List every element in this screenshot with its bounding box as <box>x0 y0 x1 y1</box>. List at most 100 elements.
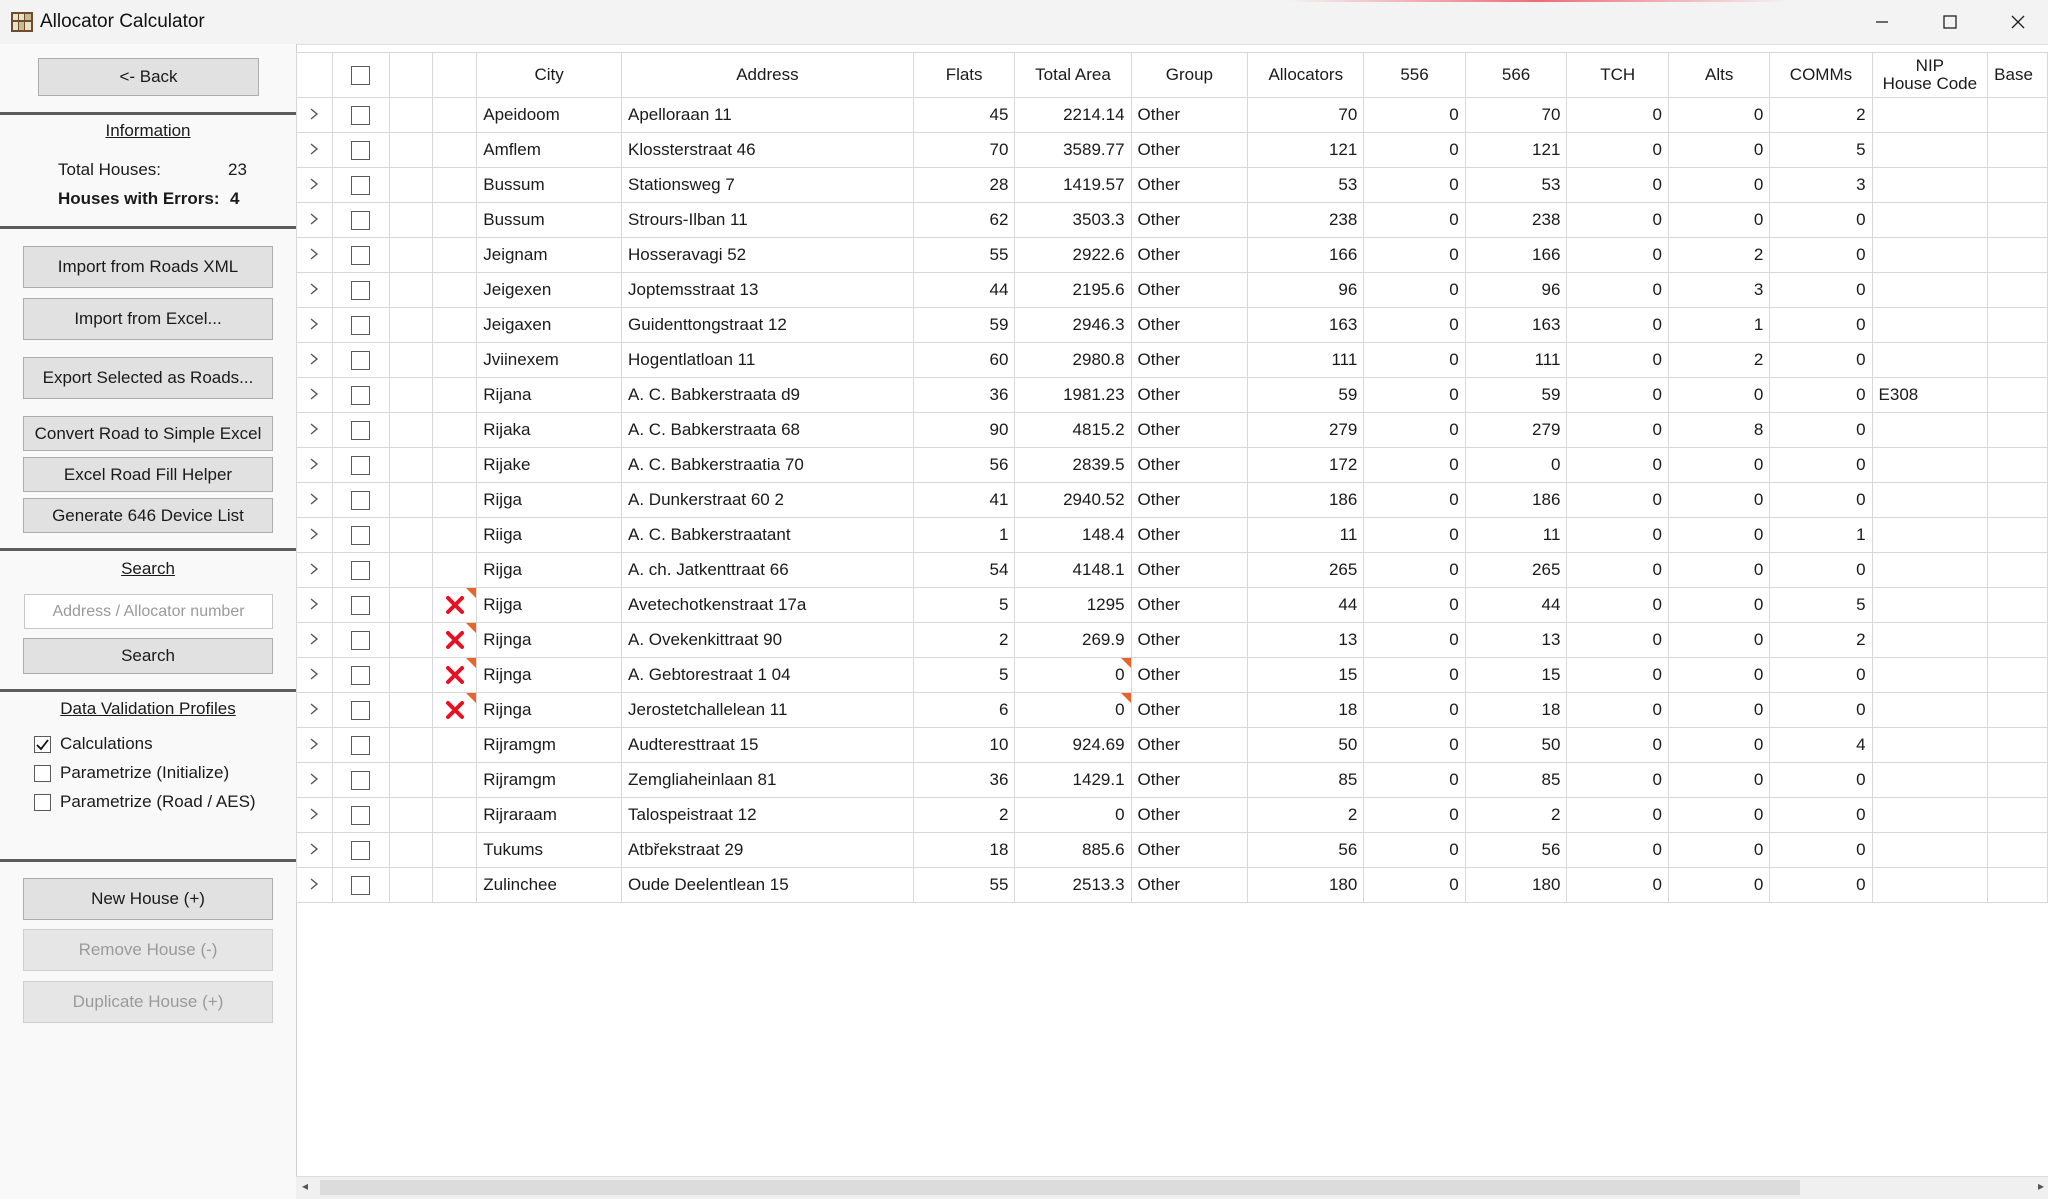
select-cell[interactable] <box>331 517 391 553</box>
cell-566[interactable]: 265 <box>1464 552 1568 588</box>
new-house-button[interactable]: New House (+) <box>23 878 273 920</box>
cell-city[interactable]: Rijga <box>476 552 623 588</box>
cell-nip-house-code[interactable] <box>1871 237 1989 273</box>
cell-comms[interactable]: 0 <box>1769 657 1873 693</box>
cell-group[interactable]: Other <box>1130 342 1249 378</box>
select-cell[interactable] <box>331 237 391 273</box>
cell-alts[interactable]: 0 <box>1667 622 1771 658</box>
row-checkbox[interactable] <box>351 561 371 580</box>
cell-556[interactable]: 0 <box>1363 202 1466 238</box>
cell-comms[interactable]: 1 <box>1769 517 1873 553</box>
select-cell[interactable] <box>331 622 391 658</box>
cell-nip-house-code[interactable] <box>1871 97 1989 133</box>
expand-cell[interactable] <box>296 622 333 658</box>
header-group[interactable]: Group <box>1130 52 1249 98</box>
generate-646-button[interactable]: Generate 646 Device List <box>23 498 273 533</box>
cell-city[interactable]: Apeidoom <box>476 97 623 133</box>
cell-total-area[interactable]: 924.69 <box>1014 727 1132 763</box>
table-row[interactable]: Amflem Klossterstraat 46 70 3589.77 Other 121… <box>296 132 2048 168</box>
cell-allocators[interactable]: 2 <box>1247 797 1365 833</box>
cell-comms[interactable]: 4 <box>1769 727 1873 763</box>
cell-tch[interactable]: 0 <box>1566 867 1669 903</box>
cell-tch[interactable]: 0 <box>1566 797 1669 833</box>
cell-556[interactable]: 0 <box>1363 622 1466 658</box>
cell-base[interactable] <box>1987 272 2048 308</box>
expand-cell[interactable] <box>296 482 333 518</box>
select-cell[interactable] <box>331 552 391 588</box>
select-cell[interactable] <box>331 692 391 728</box>
cell-556[interactable]: 0 <box>1363 727 1466 763</box>
row-checkbox[interactable] <box>351 491 371 510</box>
cell-allocators[interactable]: 56 <box>1247 832 1365 868</box>
row-checkbox[interactable] <box>351 876 371 895</box>
cell-base[interactable] <box>1987 762 2048 798</box>
cell-comms[interactable]: 0 <box>1769 202 1873 238</box>
header-select-all[interactable] <box>331 52 391 98</box>
cell-566[interactable]: 50 <box>1464 727 1568 763</box>
cell-total-area[interactable]: 2922.6 <box>1014 237 1132 273</box>
cell-566[interactable]: 180 <box>1464 867 1568 903</box>
cell-address[interactable]: A. C. Babkerstraatia 70 <box>621 447 914 483</box>
cell-alts[interactable]: 0 <box>1667 657 1771 693</box>
cell-base[interactable] <box>1987 447 2048 483</box>
cell-tch[interactable]: 0 <box>1566 482 1669 518</box>
cell-nip-house-code[interactable] <box>1871 622 1989 658</box>
cell-allocators[interactable]: 180 <box>1247 867 1365 903</box>
cell-tch[interactable]: 0 <box>1566 202 1669 238</box>
cell-comms[interactable]: 0 <box>1769 307 1873 343</box>
cell-tch[interactable]: 0 <box>1566 132 1669 168</box>
import-excel-button[interactable]: Import from Excel... <box>23 298 273 340</box>
header-city[interactable]: City <box>476 52 623 98</box>
close-button[interactable] <box>1984 0 2048 44</box>
cell-alts[interactable]: 8 <box>1667 412 1771 448</box>
cell-566[interactable]: 70 <box>1464 97 1568 133</box>
cell-allocators[interactable]: 265 <box>1247 552 1365 588</box>
cell-allocators[interactable]: 166 <box>1247 237 1365 273</box>
cell-nip-house-code[interactable] <box>1871 167 1989 203</box>
cell-base[interactable] <box>1987 797 2048 833</box>
cell-alts[interactable]: 0 <box>1667 727 1771 763</box>
header-nip-house-code[interactable]: NIP House Code <box>1871 52 1989 98</box>
select-cell[interactable] <box>331 587 391 623</box>
cell-556[interactable]: 0 <box>1363 272 1466 308</box>
cell-flats[interactable]: 55 <box>912 867 1016 903</box>
cell-comms[interactable]: 0 <box>1769 692 1873 728</box>
cell-city[interactable]: Rijake <box>476 447 623 483</box>
chevron-right-icon[interactable] <box>309 493 319 505</box>
cell-nip-house-code[interactable] <box>1871 762 1989 798</box>
cell-566[interactable]: 96 <box>1464 272 1568 308</box>
cell-tch[interactable]: 0 <box>1566 167 1669 203</box>
cell-base[interactable] <box>1987 97 2048 133</box>
cell-allocators[interactable]: 44 <box>1247 587 1365 623</box>
cell-base[interactable] <box>1987 552 2048 588</box>
cell-base[interactable] <box>1987 867 2048 903</box>
cell-566[interactable]: 0 <box>1464 447 1568 483</box>
cell-tch[interactable]: 0 <box>1566 342 1669 378</box>
cell-comms[interactable]: 0 <box>1769 867 1873 903</box>
cell-group[interactable]: Other <box>1130 762 1249 798</box>
cell-city[interactable]: Jviinexem <box>476 342 623 378</box>
cell-base[interactable] <box>1987 727 2048 763</box>
cell-group[interactable]: Other <box>1130 727 1249 763</box>
cell-allocators[interactable]: 279 <box>1247 412 1365 448</box>
cell-allocators[interactable]: 59 <box>1247 377 1365 413</box>
cell-city[interactable]: Rijnga <box>476 692 623 728</box>
cell-alts[interactable]: 0 <box>1667 97 1771 133</box>
row-checkbox[interactable] <box>351 316 371 335</box>
cell-flats[interactable]: 1 <box>912 517 1016 553</box>
cell-556[interactable]: 0 <box>1363 377 1466 413</box>
cell-566[interactable]: 121 <box>1464 132 1568 168</box>
cell-nip-house-code[interactable] <box>1871 587 1989 623</box>
cell-address[interactable]: Talospeistraat 12 <box>621 797 914 833</box>
cell-allocators[interactable]: 121 <box>1247 132 1365 168</box>
chevron-right-icon[interactable] <box>309 213 319 225</box>
chevron-right-icon[interactable] <box>309 563 319 575</box>
select-cell[interactable] <box>331 342 391 378</box>
expand-cell[interactable] <box>296 447 333 483</box>
chevron-right-icon[interactable] <box>309 668 319 680</box>
duplicate-house-button[interactable]: Duplicate House (+) <box>23 981 273 1023</box>
table-row[interactable]: Jeigaxen Guidenttongstraat 12 59 2946.3 Othe… <box>296 307 2048 343</box>
cell-city[interactable]: Jeignam <box>476 237 623 273</box>
cell-base[interactable] <box>1987 587 2048 623</box>
cell-alts[interactable]: 0 <box>1667 797 1771 833</box>
